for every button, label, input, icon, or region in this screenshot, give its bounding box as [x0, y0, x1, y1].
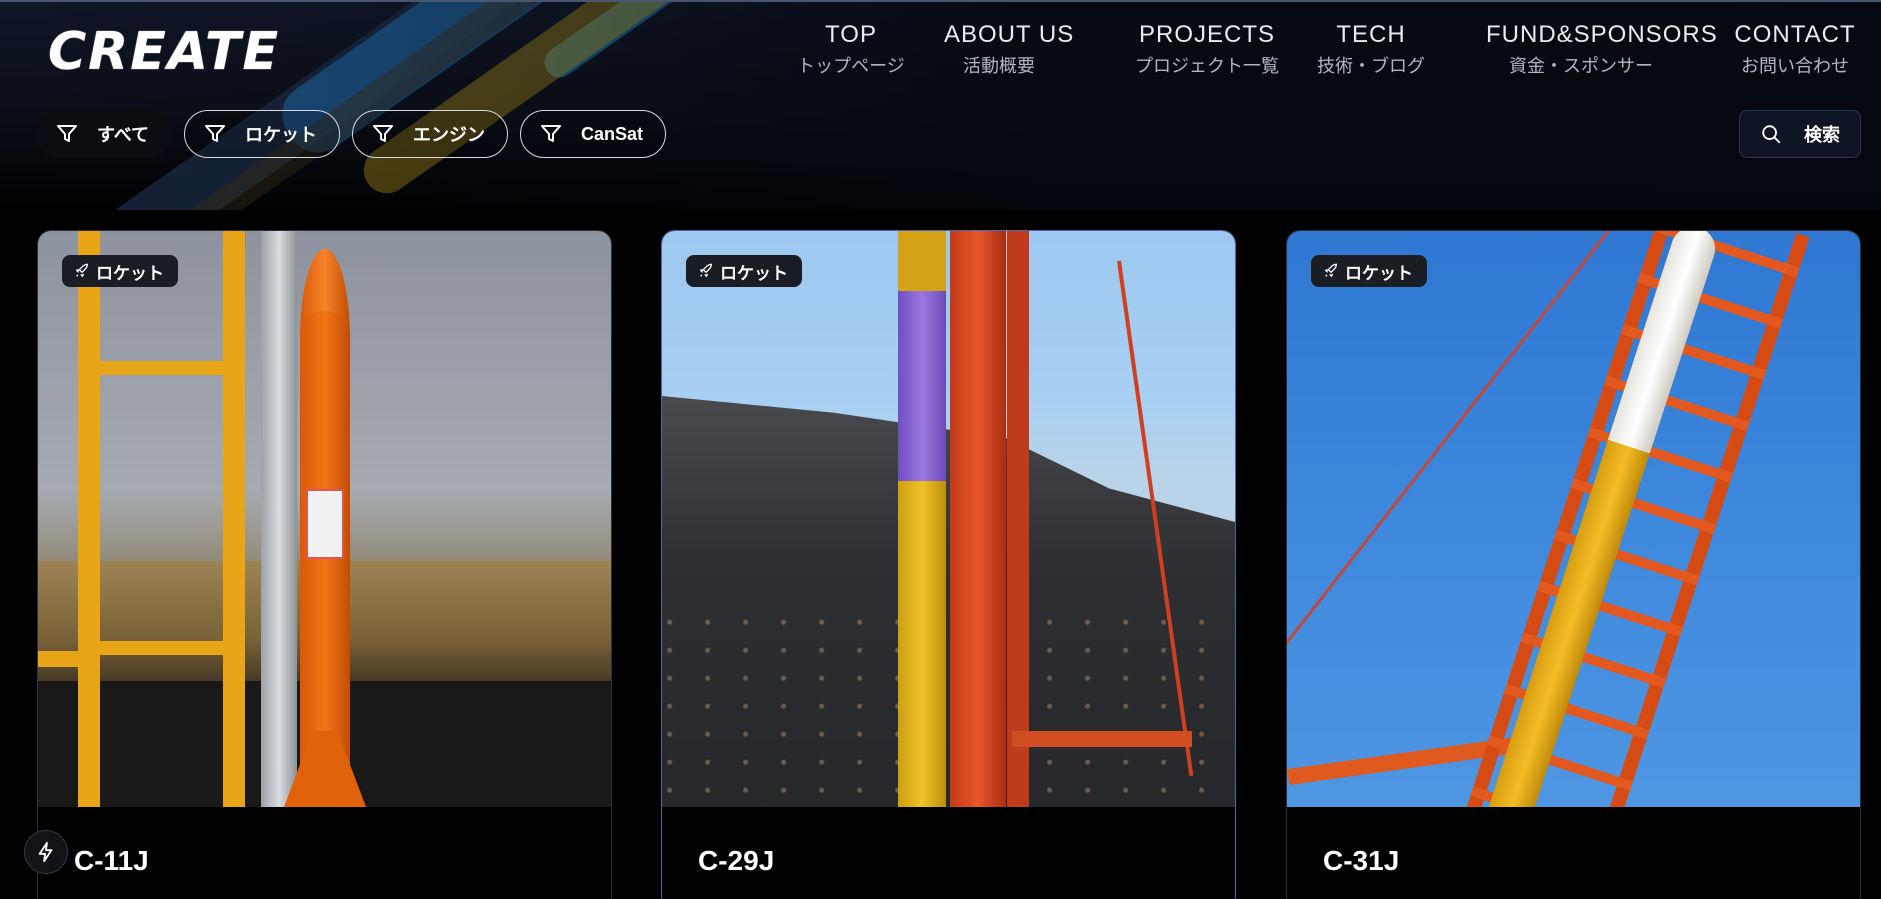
nav-item-top[interactable]: TOP トップページ [780, 18, 922, 80]
nav-label-ja: 技術・ブログ [1317, 56, 1425, 76]
nav-label-en: CONTACT [1734, 21, 1856, 48]
nav-label-ja: トップページ [797, 56, 905, 76]
category-label: ロケット [1345, 263, 1413, 283]
nav-item-fund-sponsors[interactable]: FUND&SPONSORS 資金・スポンサー [1486, 18, 1718, 80]
category-label: ロケット [720, 263, 788, 283]
lightning-icon [38, 841, 53, 863]
nav-item-tech[interactable]: TECH 技術・ブログ [1316, 18, 1426, 80]
project-title: C-29J [698, 845, 775, 876]
project-card-c29j[interactable]: ロケット C-29J [661, 230, 1236, 899]
rocket-icon [76, 263, 88, 277]
project-image [662, 231, 1235, 807]
project-card-c31j[interactable]: ロケット C-31J [1286, 230, 1861, 899]
search-button[interactable]: 検索 [1739, 110, 1861, 158]
project-image [1287, 231, 1860, 807]
filter-icon [205, 125, 226, 142]
rocket-icon [700, 263, 712, 277]
nav-label-en: TECH [1336, 21, 1406, 48]
filter-label: ロケット [245, 125, 318, 145]
nav-label-en: FUND&SPONSORS [1486, 21, 1718, 48]
rocket-icon [1325, 263, 1337, 277]
filter-icon [373, 125, 394, 142]
filter-label: エンジン [413, 125, 486, 145]
top-border [0, 0, 1881, 2]
nav-item-contact[interactable]: CONTACT お問い合わせ [1730, 18, 1860, 80]
category-tag: ロケット [62, 255, 178, 287]
project-image [38, 231, 611, 807]
nav-item-projects[interactable]: PROJECTS プロジェクト一覧 [1132, 18, 1282, 80]
nav-label-ja: 資金・スポンサー [1509, 56, 1653, 76]
search-label: 検索 [1804, 125, 1840, 145]
project-title: C-11J [74, 845, 149, 876]
nav-label-en: TOP [825, 21, 877, 48]
search-icon [1762, 125, 1781, 144]
filter-icon [541, 125, 562, 142]
main-nav: TOP トップページ ABOUT US 活動概要 PROJECTS プロジェクト… [780, 18, 1881, 88]
nav-item-about[interactable]: ABOUT US 活動概要 [944, 18, 1075, 80]
filter-all[interactable]: すべて [36, 110, 173, 158]
nav-label-en: ABOUT US [944, 21, 1075, 48]
nav-label-ja: プロジェクト一覧 [1135, 56, 1279, 76]
filter-label: すべて [97, 125, 150, 145]
site-logo[interactable]: CREATE [48, 22, 280, 82]
project-title: C-31J [1323, 845, 1400, 876]
category-tag: ロケット [1311, 255, 1427, 287]
quick-action-button[interactable] [24, 830, 68, 874]
filter-bar: すべて ロケット エンジン CanSat [36, 110, 667, 158]
filter-icon [57, 125, 77, 142]
filter-label: CanSat [581, 123, 644, 144]
category-label: ロケット [96, 263, 164, 283]
filter-engine[interactable]: エンジン [352, 110, 509, 158]
nav-label-ja: 活動概要 [963, 56, 1035, 76]
project-card-c11j[interactable]: ロケット C-11J [37, 230, 612, 899]
category-tag: ロケット [686, 255, 802, 287]
nav-label-en: PROJECTS [1138, 21, 1275, 48]
filter-rocket[interactable]: ロケット [184, 110, 341, 158]
filter-cansat[interactable]: CanSat [520, 110, 667, 158]
nav-label-ja: お問い合わせ [1741, 56, 1849, 76]
